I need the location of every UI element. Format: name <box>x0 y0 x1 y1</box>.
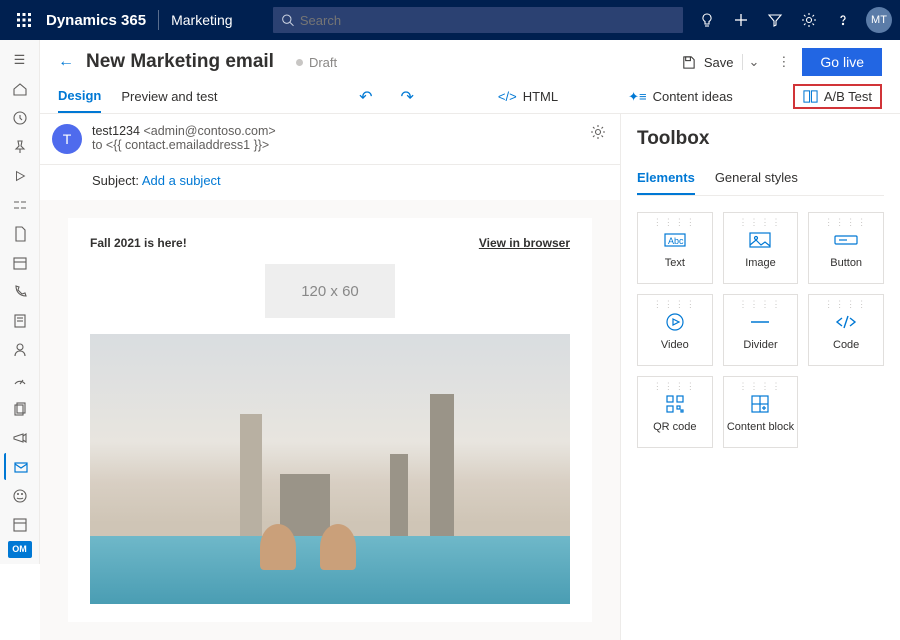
tab-preview[interactable]: Preview and test <box>121 81 217 112</box>
element-qrcode[interactable]: ⋮⋮⋮⋮QR code <box>637 376 713 448</box>
emoji-icon[interactable] <box>4 482 36 509</box>
element-video[interactable]: ⋮⋮⋮⋮Video <box>637 294 713 366</box>
files-icon[interactable] <box>4 395 36 422</box>
svg-text:Abc: Abc <box>668 236 684 246</box>
divider-icon <box>749 309 771 335</box>
page-title: New Marketing email <box>86 51 274 73</box>
global-topbar: Dynamics 365 Marketing MT <box>0 0 900 40</box>
button-icon <box>834 227 858 253</box>
html-button[interactable]: </>HTML <box>498 89 558 104</box>
product-name: Dynamics 365 <box>46 12 146 29</box>
gear-icon[interactable] <box>792 0 826 40</box>
ab-test-button[interactable]: A/B Test <box>793 84 882 109</box>
go-live-button[interactable]: Go live <box>802 48 882 76</box>
more-commands-icon[interactable]: ⋮ <box>777 54 790 70</box>
image-icon <box>749 227 771 253</box>
email-headline: Fall 2021 is here! <box>90 236 187 250</box>
logo-placeholder[interactable]: 120 x 60 <box>265 264 395 318</box>
page-header: ← New Marketing email Draft Save ⌄ ⋮ Go … <box>40 40 900 80</box>
element-code[interactable]: ⋮⋮⋮⋮Code <box>808 294 884 366</box>
play-icon[interactable] <box>4 162 36 189</box>
phone-icon[interactable] <box>4 279 36 306</box>
global-search[interactable] <box>273 7 683 33</box>
email-header: T test1234 <admin@contoso.com> to <{{ co… <box>40 114 620 165</box>
to-token: <{{ contact.emailaddress1 }}> <box>106 138 269 152</box>
journeys-icon[interactable] <box>4 191 36 218</box>
app-launcher-icon[interactable] <box>8 13 40 27</box>
code-icon: </> <box>498 89 517 104</box>
element-divider[interactable]: ⋮⋮⋮⋮Divider <box>723 294 799 366</box>
recent-icon[interactable] <box>4 104 36 131</box>
pin-icon[interactable] <box>4 133 36 160</box>
search-icon <box>281 13 294 27</box>
header-settings-icon[interactable] <box>590 124 606 140</box>
toolbox-tab-elements[interactable]: Elements <box>637 164 695 195</box>
contentblock-icon <box>751 391 769 417</box>
subnav-tabs: Design Preview and test ↶ ↷ </>HTML ✦≡Co… <box>40 80 900 114</box>
home-icon[interactable] <box>4 75 36 102</box>
redo-button[interactable]: ↷ <box>397 87 418 107</box>
toolbox-tab-styles[interactable]: General styles <box>715 164 798 195</box>
template-icon[interactable] <box>4 512 36 539</box>
page-icon[interactable] <box>4 221 36 248</box>
element-contentblock[interactable]: ⋮⋮⋮⋮Content block <box>723 376 799 448</box>
toolbox-panel: Toolbox Elements General styles ⋮⋮⋮⋮AbcT… <box>620 114 900 640</box>
om-badge[interactable]: OM <box>8 541 32 558</box>
sparkle-icon: ✦≡ <box>628 89 646 105</box>
module-name[interactable]: Marketing <box>171 12 232 28</box>
plus-icon[interactable] <box>724 0 758 40</box>
content-ideas-button[interactable]: ✦≡Content ideas <box>628 89 733 105</box>
abtest-icon <box>803 89 818 104</box>
text-icon: Abc <box>664 227 686 253</box>
email-icon[interactable] <box>4 453 36 480</box>
add-subject-link[interactable]: Add a subject <box>142 173 221 188</box>
element-text[interactable]: ⋮⋮⋮⋮AbcText <box>637 212 713 284</box>
video-icon <box>665 309 685 335</box>
from-name: test1234 <box>92 124 140 138</box>
save-button[interactable]: Save ⌄ <box>681 54 766 70</box>
save-icon <box>681 55 696 70</box>
status-badge: Draft <box>296 55 337 70</box>
tab-design[interactable]: Design <box>58 80 101 113</box>
lightbulb-icon[interactable] <box>690 0 724 40</box>
code-icon <box>835 309 857 335</box>
calendar-icon[interactable] <box>4 250 36 277</box>
sender-avatar: T <box>52 124 82 154</box>
save-split-chevron[interactable]: ⌄ <box>742 54 766 70</box>
hamburger-icon[interactable]: ☰ <box>4 46 36 73</box>
speed-icon[interactable] <box>4 366 36 393</box>
from-address: <admin@contoso.com> <box>143 124 275 138</box>
megaphone-icon[interactable] <box>4 424 36 451</box>
search-input[interactable] <box>300 13 675 28</box>
element-image[interactable]: ⋮⋮⋮⋮Image <box>723 212 799 284</box>
qrcode-icon <box>666 391 684 417</box>
view-in-browser-link[interactable]: View in browser <box>479 236 570 250</box>
back-button[interactable]: ← <box>58 53 74 71</box>
help-icon[interactable] <box>826 0 860 40</box>
toolbox-title: Toolbox <box>637 128 884 150</box>
user-avatar[interactable]: MT <box>866 7 892 33</box>
element-button[interactable]: ⋮⋮⋮⋮Button <box>808 212 884 284</box>
divider <box>158 10 159 30</box>
form-icon[interactable] <box>4 308 36 335</box>
contact-icon[interactable] <box>4 337 36 364</box>
left-nav: ☰ OM <box>0 40 40 564</box>
editor-pane: T test1234 <admin@contoso.com> to <{{ co… <box>40 114 620 640</box>
email-canvas[interactable]: Fall 2021 is here! View in browser 120 x… <box>40 200 620 640</box>
undo-button[interactable]: ↶ <box>355 87 376 107</box>
filter-icon[interactable] <box>758 0 792 40</box>
subject-row: Subject: Add a subject <box>40 165 620 200</box>
